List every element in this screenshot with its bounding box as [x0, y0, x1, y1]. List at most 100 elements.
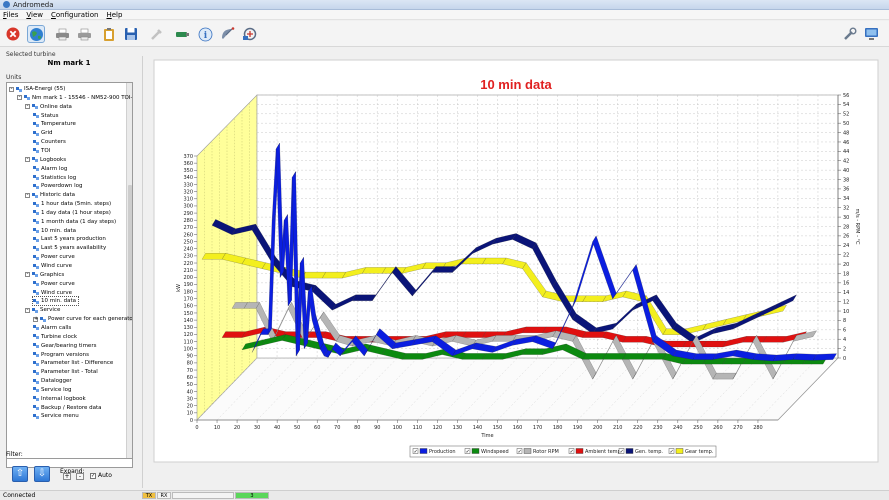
usb-button[interactable]	[173, 25, 191, 43]
stop-icon	[6, 27, 20, 41]
tree-item[interactable]: Parameter list - Total	[33, 368, 98, 376]
clipboard-button[interactable]	[100, 25, 118, 43]
tree-item[interactable]: Alarm calls	[33, 324, 71, 332]
arrow-up-icon: ⇧	[15, 468, 25, 479]
tree-item[interactable]: - Online data	[25, 103, 72, 111]
stop-button[interactable]	[4, 25, 22, 43]
tree-item[interactable]: 10 min. data	[33, 227, 76, 235]
tx-indicator: TX	[142, 492, 156, 499]
checkmark-icon: ✓	[91, 473, 96, 479]
node-icon	[33, 387, 39, 393]
y-tick-label: 270	[183, 225, 193, 231]
menu-configuration[interactable]: Configuration	[51, 11, 98, 19]
collapse-toggle[interactable]: -	[25, 104, 30, 110]
tree-item[interactable]: 1 hour data (5min. steps)	[33, 200, 111, 208]
collapse-all-button[interactable]: -	[76, 473, 84, 480]
tree-item[interactable]: Power curve	[33, 280, 75, 288]
print-preview-button[interactable]	[75, 25, 93, 43]
tree-item[interactable]: + Power curve for each generator	[33, 315, 132, 323]
x-tick-label: 230	[653, 425, 663, 431]
node-icon	[32, 272, 38, 278]
auto-checkbox[interactable]: ✓	[90, 473, 96, 479]
tree-scrollbar-thumb[interactable]	[128, 185, 132, 321]
tree-item[interactable]: 10 min. data	[31, 296, 80, 307]
tree-item[interactable]: Powerdown log	[33, 182, 83, 190]
tree-item[interactable]: - Logbooks	[25, 156, 66, 164]
collapse-toggle[interactable]: -	[25, 192, 30, 198]
tree-item[interactable]: - ISA-Energi (55)	[9, 85, 65, 93]
tree-scrollbar[interactable]	[126, 83, 132, 462]
x-tick-label: 0	[195, 425, 198, 431]
tree-item[interactable]: Parameter list - Difference	[33, 359, 113, 367]
tree-item[interactable]: Temperature	[33, 120, 76, 128]
online-button[interactable]	[27, 25, 45, 43]
tree-item[interactable]: Gear/bearing timers	[33, 342, 96, 350]
panel-splitter[interactable]	[142, 56, 145, 488]
collapse-toggle[interactable]: -	[17, 95, 22, 101]
tree-item[interactable]: Wind curve	[33, 289, 72, 297]
tree-item[interactable]: - Service	[25, 306, 60, 314]
collapse-toggle[interactable]: -	[9, 86, 14, 92]
tree-item[interactable]: 1 day data (1 hour steps)	[33, 209, 111, 217]
node-icon	[33, 139, 39, 145]
save-icon	[125, 28, 137, 40]
tree-item-label: Nm mark 1 - 15546 - NM52-900 TOI-I	[32, 94, 133, 101]
ribbon-segment	[221, 331, 246, 338]
y-tick-label: 250	[183, 239, 193, 245]
tree-item[interactable]: Internal logbook	[33, 395, 86, 403]
checkmark-icon: ✓	[570, 449, 574, 455]
menu-view[interactable]: View	[26, 11, 43, 19]
tree-item[interactable]: Grid	[33, 129, 53, 137]
tree-item[interactable]: Counters	[33, 138, 66, 146]
tree-item[interactable]: - Graphics	[25, 271, 64, 279]
move-down-button[interactable]: ⇩	[34, 466, 50, 482]
tree-item[interactable]: - Historic data	[25, 191, 75, 199]
y-tick-label: 50	[187, 382, 193, 388]
menu-help[interactable]: Help	[106, 11, 122, 19]
network-button[interactable]	[241, 25, 259, 43]
tree-item[interactable]: Power curve	[33, 253, 75, 261]
y2-tick-label: 36	[843, 187, 849, 193]
legend-swatch	[419, 448, 428, 454]
tree-item[interactable]: Last 5 years production	[33, 235, 106, 243]
dish-button[interactable]	[219, 25, 237, 43]
selected-turbine-label: Selected turbine	[6, 51, 56, 58]
expand-toggle[interactable]: +	[33, 316, 38, 322]
tree-item[interactable]: Program versions	[33, 351, 89, 359]
collapse-toggle[interactable]: -	[25, 272, 30, 278]
info-button[interactable]: i	[196, 25, 214, 43]
monitor-button[interactable]	[862, 25, 880, 43]
ribbon-segment	[752, 353, 777, 362]
tree-item[interactable]: Status	[33, 112, 59, 120]
y-tick-label: 150	[183, 311, 193, 317]
tree-item[interactable]: Wind curve	[33, 262, 72, 270]
node-icon	[33, 148, 39, 154]
tree-item[interactable]: Backup / Restore data	[33, 404, 102, 412]
tree-item[interactable]: 1 month data (1 day steps)	[33, 218, 116, 226]
tree-item[interactable]: - Nm mark 1 - 15546 - NM52-900 TOI-I	[17, 94, 133, 102]
tree-item[interactable]: Service log	[33, 386, 71, 394]
tree-item[interactable]: Statistics log	[33, 174, 76, 182]
collapse-toggle[interactable]: -	[25, 157, 30, 163]
tree-item[interactable]: Alarm log	[33, 165, 67, 173]
y-tick-label: 20	[187, 404, 193, 410]
collapse-toggle[interactable]: -	[25, 307, 30, 313]
tree-item[interactable]: Service menu	[33, 412, 79, 420]
legend-label: Gear temp.	[685, 449, 714, 455]
tree-item-label: Last 5 years production	[41, 236, 106, 243]
tree-item[interactable]: Last 5 years availability	[33, 244, 106, 252]
y2-tick-label: 54	[843, 102, 849, 108]
move-up-button[interactable]: ⇧	[12, 466, 28, 482]
tree-item[interactable]: Turbine clock	[33, 333, 77, 341]
y2-tick-label: 26	[843, 234, 849, 240]
tools-button[interactable]	[147, 25, 165, 43]
expand-all-button[interactable]: +	[63, 473, 71, 480]
menu-files[interactable]: Files	[3, 11, 18, 19]
print-button[interactable]	[53, 25, 71, 43]
save-button[interactable]	[122, 25, 140, 43]
tree-item-label: Turbine clock	[41, 333, 78, 340]
settings-button[interactable]	[840, 25, 858, 43]
tree-item[interactable]: TOI	[33, 147, 50, 155]
units-tree[interactable]: - ISA-Energi (55) - Nm mark 1 - 15546 - NM5…	[6, 82, 133, 463]
tree-item[interactable]: Datalogger	[33, 377, 72, 385]
